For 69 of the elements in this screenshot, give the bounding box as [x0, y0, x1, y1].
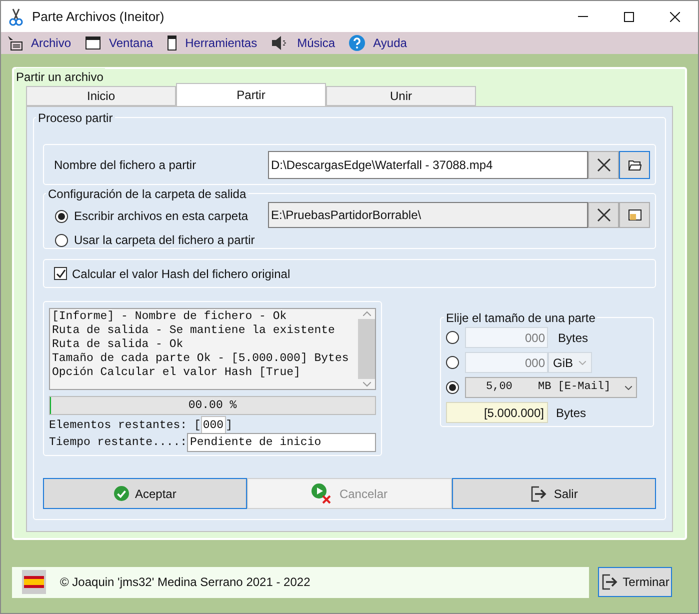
tab[interactable]: Partir [176, 83, 326, 106]
unit-dropdown[interactable]: GiB [548, 352, 592, 373]
log-line: [Informe] - Nombre de fichero - Ok [52, 310, 288, 324]
clear-button[interactable] [588, 202, 619, 228]
folder-icon [628, 209, 642, 221]
log-line: Ruta de salida - Ok [52, 338, 184, 352]
list-icon [7, 35, 23, 51]
check-circle-icon [114, 486, 129, 501]
close-icon [670, 12, 680, 22]
field-label: Nombre del fichero a partir [54, 156, 198, 174]
menu-item[interactable]: Ventana [85, 34, 154, 52]
browse-button[interactable] [619, 202, 650, 228]
radio-button[interactable] [446, 381, 459, 394]
tab[interactable]: Unir [326, 86, 476, 106]
result-field: [5.000.000] [446, 402, 548, 423]
folder-path-field[interactable]: E:\PruebasPartidorBorrable\ [268, 202, 588, 228]
checkbox[interactable] [54, 267, 67, 280]
clear-button[interactable] [588, 150, 619, 178]
flag-icon [22, 570, 46, 594]
field-label: Tiempo restante....: [49, 434, 187, 451]
size-field[interactable]: 000 [465, 327, 548, 348]
menu-item[interactable]: Ayuda [349, 34, 407, 52]
scrollbar[interactable] [358, 309, 375, 389]
radio-label: Escribir archivos en esta carpeta [74, 208, 248, 225]
checkbox-label: Calcular el valor Hash del fichero original [72, 266, 290, 282]
caret-icon [625, 386, 632, 390]
window-icon [85, 36, 102, 50]
terminate-button[interactable]: Terminar [598, 567, 672, 597]
close-icon [596, 158, 610, 172]
radio-button[interactable] [446, 356, 459, 369]
log-line: Ruta de salida - Se mantiene la existente [52, 324, 336, 338]
radio-button[interactable] [446, 331, 459, 344]
folder-icon [628, 158, 642, 170]
window-title: Parte Archivos (Ineitor) [32, 8, 164, 26]
play-cancel-icon [311, 482, 334, 504]
size-field[interactable]: 000 [465, 352, 548, 373]
scissors-icon [9, 8, 23, 26]
maximize-icon [624, 12, 634, 22]
phone-icon [167, 35, 178, 51]
log-line: Opción Calcular el valor Hash [True] [52, 366, 302, 380]
menu-item[interactable]: Herramientas [167, 34, 258, 52]
browse-button[interactable] [619, 150, 650, 178]
action-button[interactable]: Aceptar [43, 478, 248, 509]
bracket: ] [226, 418, 232, 434]
action-button[interactable]: Salir [452, 478, 656, 509]
tab[interactable]: Inicio [26, 86, 176, 106]
radio-button[interactable] [55, 234, 68, 246]
field-label: Elementos restantes: [49, 418, 188, 434]
exit-icon [530, 486, 548, 502]
bracket: [ [194, 418, 201, 434]
unit-label: Bytes [558, 330, 588, 346]
menu-item[interactable]: Archivo [7, 34, 72, 52]
log-line: Tamaño de cada parte Ok - [5.000.000] Bytes [52, 352, 350, 366]
scroll-down-icon[interactable] [362, 382, 370, 387]
progress-text: 00.00 % [188, 398, 237, 414]
caret-icon [579, 360, 586, 364]
size-dropdown[interactable]: 5,00 MB [E-Mail] [465, 377, 637, 398]
file-path-field[interactable]: D:\DescargasEdge\Waterfall - 37088.mp4 [268, 150, 588, 178]
scroll-up-icon[interactable] [362, 311, 370, 316]
exit-icon [600, 574, 619, 590]
copyright-text: © Joaquin 'jms32' Medina Serrano 2021 - 2022 [60, 574, 310, 591]
unit-label: Bytes [556, 404, 586, 422]
radio-label: Usar la carpeta del fichero a partir [74, 232, 255, 249]
help-icon [349, 35, 366, 51]
minimize-icon [578, 16, 588, 17]
close-icon [596, 208, 610, 222]
menu-item[interactable]: Música [271, 34, 336, 52]
radio-button[interactable] [55, 210, 68, 222]
time-field: Pendiente de inicio [187, 432, 376, 452]
